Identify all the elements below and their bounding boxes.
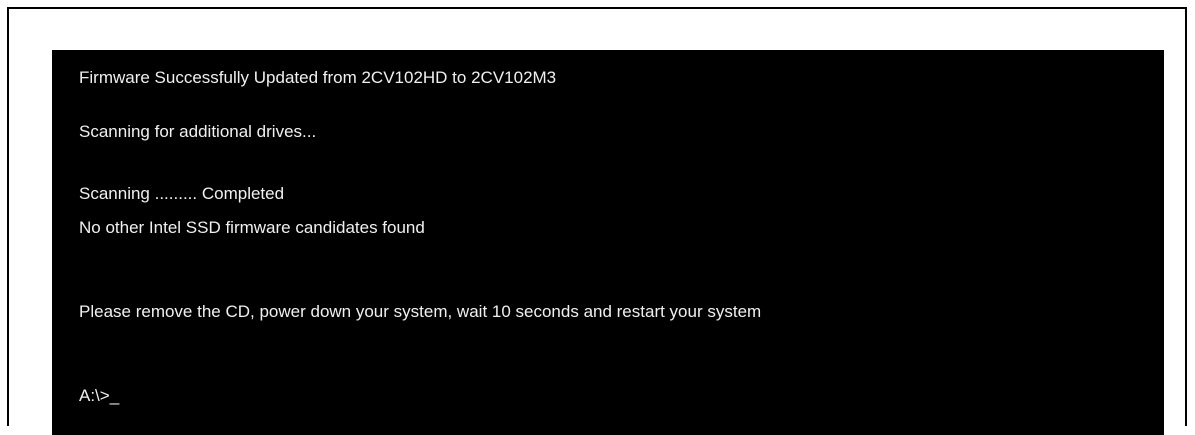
scanning-drives-line: Scanning for additional drives... — [79, 122, 317, 141]
text-cursor: _ — [109, 386, 120, 405]
firmware-status-line: Firmware Successfully Updated from 2CV10… — [79, 68, 557, 87]
command-prompt-line[interactable]: A:\>_ — [79, 384, 119, 407]
window-frame: Firmware Successfully Updated from 2CV10… — [7, 7, 1187, 435]
command-prompt: A:\> — [79, 386, 110, 405]
restart-instruction-line: Please remove the CD, power down your sy… — [79, 302, 762, 321]
console-screen[interactable]: Firmware Successfully Updated from 2CV10… — [52, 50, 1164, 435]
no-candidates-line: No other Intel SSD firmware candidates f… — [79, 218, 425, 237]
scan-completed-line: Scanning ......... Completed — [79, 184, 285, 203]
